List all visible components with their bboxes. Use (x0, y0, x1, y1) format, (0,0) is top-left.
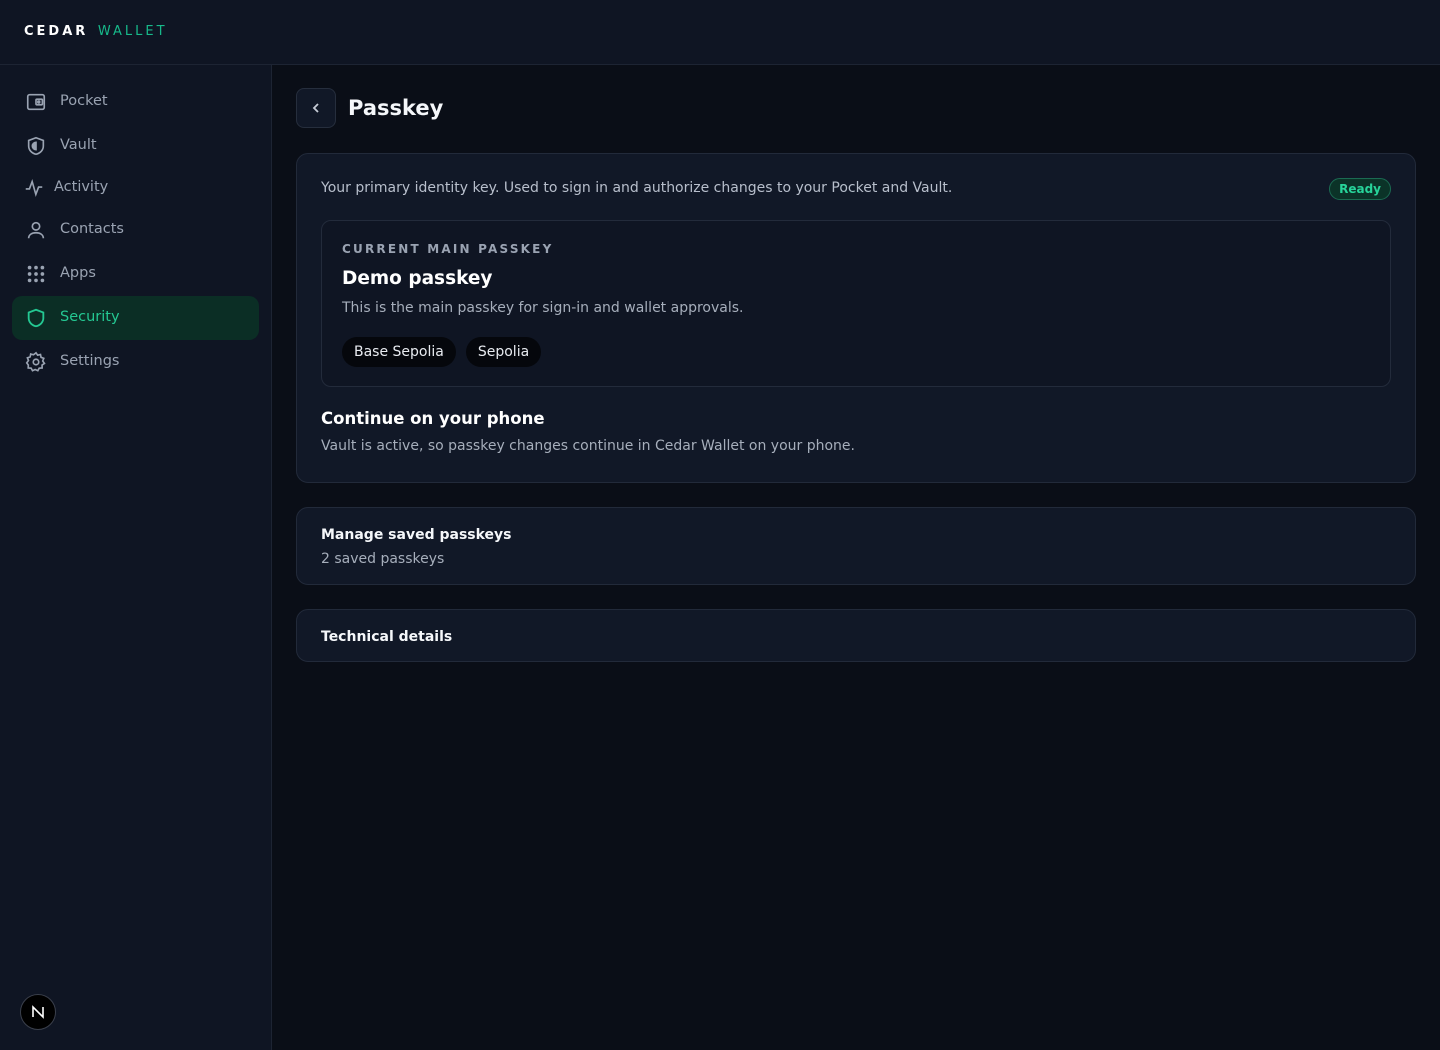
network-chip: Base Sepolia (342, 337, 456, 367)
sidebar-item-label: Contacts (60, 221, 124, 237)
brand-primary: CEDAR (24, 24, 89, 39)
passkey-card: Your primary identity key. Used to sign … (296, 153, 1416, 483)
wallet-icon (25, 91, 47, 113)
sidebar-item-label: Security (60, 309, 120, 325)
network-chip: Sepolia (465, 337, 542, 367)
sidebar-item-settings[interactable]: Settings (12, 340, 259, 384)
status-badge: Ready (1329, 178, 1391, 200)
brand-logo[interactable]: CEDAR WALLET (24, 24, 168, 39)
sidebar-item-label: Pocket (60, 93, 108, 109)
shield-icon (25, 307, 47, 329)
sidebar-item-label: Vault (60, 137, 97, 153)
person-icon (25, 219, 47, 241)
vault-shield-icon (25, 135, 47, 157)
sidebar-item-apps[interactable]: Apps (12, 252, 259, 296)
sidebar-item-vault[interactable]: Vault (12, 124, 259, 168)
gear-icon (25, 351, 47, 373)
current-passkey-panel: CURRENT MAIN PASSKEY Demo passkey This i… (321, 220, 1391, 387)
passkey-name: Demo passkey (342, 268, 493, 289)
phone-section-description: Vault is active, so passkey changes cont… (321, 438, 855, 454)
sidebar-item-pocket[interactable]: Pocket (12, 80, 259, 124)
main-content: Passkey Your primary identity key. Used … (272, 65, 1440, 1050)
passkey-intro: Your primary identity key. Used to sign … (321, 180, 953, 196)
technical-details-title: Technical details (321, 629, 453, 645)
sidebar: Pocket Vault Activity Contacts Apps Secu… (0, 65, 272, 1050)
sidebar-item-label: Settings (60, 353, 120, 369)
technical-details-card[interactable]: Technical details (296, 609, 1416, 662)
chevron-left-icon (312, 103, 319, 113)
manage-passkeys-count: 2 saved passkeys (321, 551, 445, 567)
grid-icon (25, 263, 47, 285)
activity-icon (23, 177, 45, 199)
n-logo-icon (32, 1005, 44, 1019)
user-avatar[interactable] (20, 994, 56, 1030)
sidebar-item-security[interactable]: Security (12, 296, 259, 340)
sidebar-item-activity[interactable]: Activity (12, 166, 259, 210)
sidebar-item-contacts[interactable]: Contacts (12, 208, 259, 252)
brand-secondary: WALLET (97, 24, 168, 39)
back-button[interactable] (296, 88, 336, 128)
page-title: Passkey (348, 96, 444, 120)
phone-section-title: Continue on your phone (321, 409, 545, 428)
sidebar-item-label: Activity (54, 179, 109, 195)
network-chips: Base Sepolia Sepolia (342, 337, 542, 367)
top-bar: CEDAR WALLET (0, 0, 1440, 65)
sidebar-item-label: Apps (60, 265, 96, 281)
passkey-description: This is the main passkey for sign-in and… (342, 300, 744, 316)
manage-passkeys-card[interactable]: Manage saved passkeys 2 saved passkeys (296, 507, 1416, 585)
manage-passkeys-title: Manage saved passkeys (321, 527, 512, 543)
current-passkey-eyebrow: CURRENT MAIN PASSKEY (342, 242, 554, 256)
